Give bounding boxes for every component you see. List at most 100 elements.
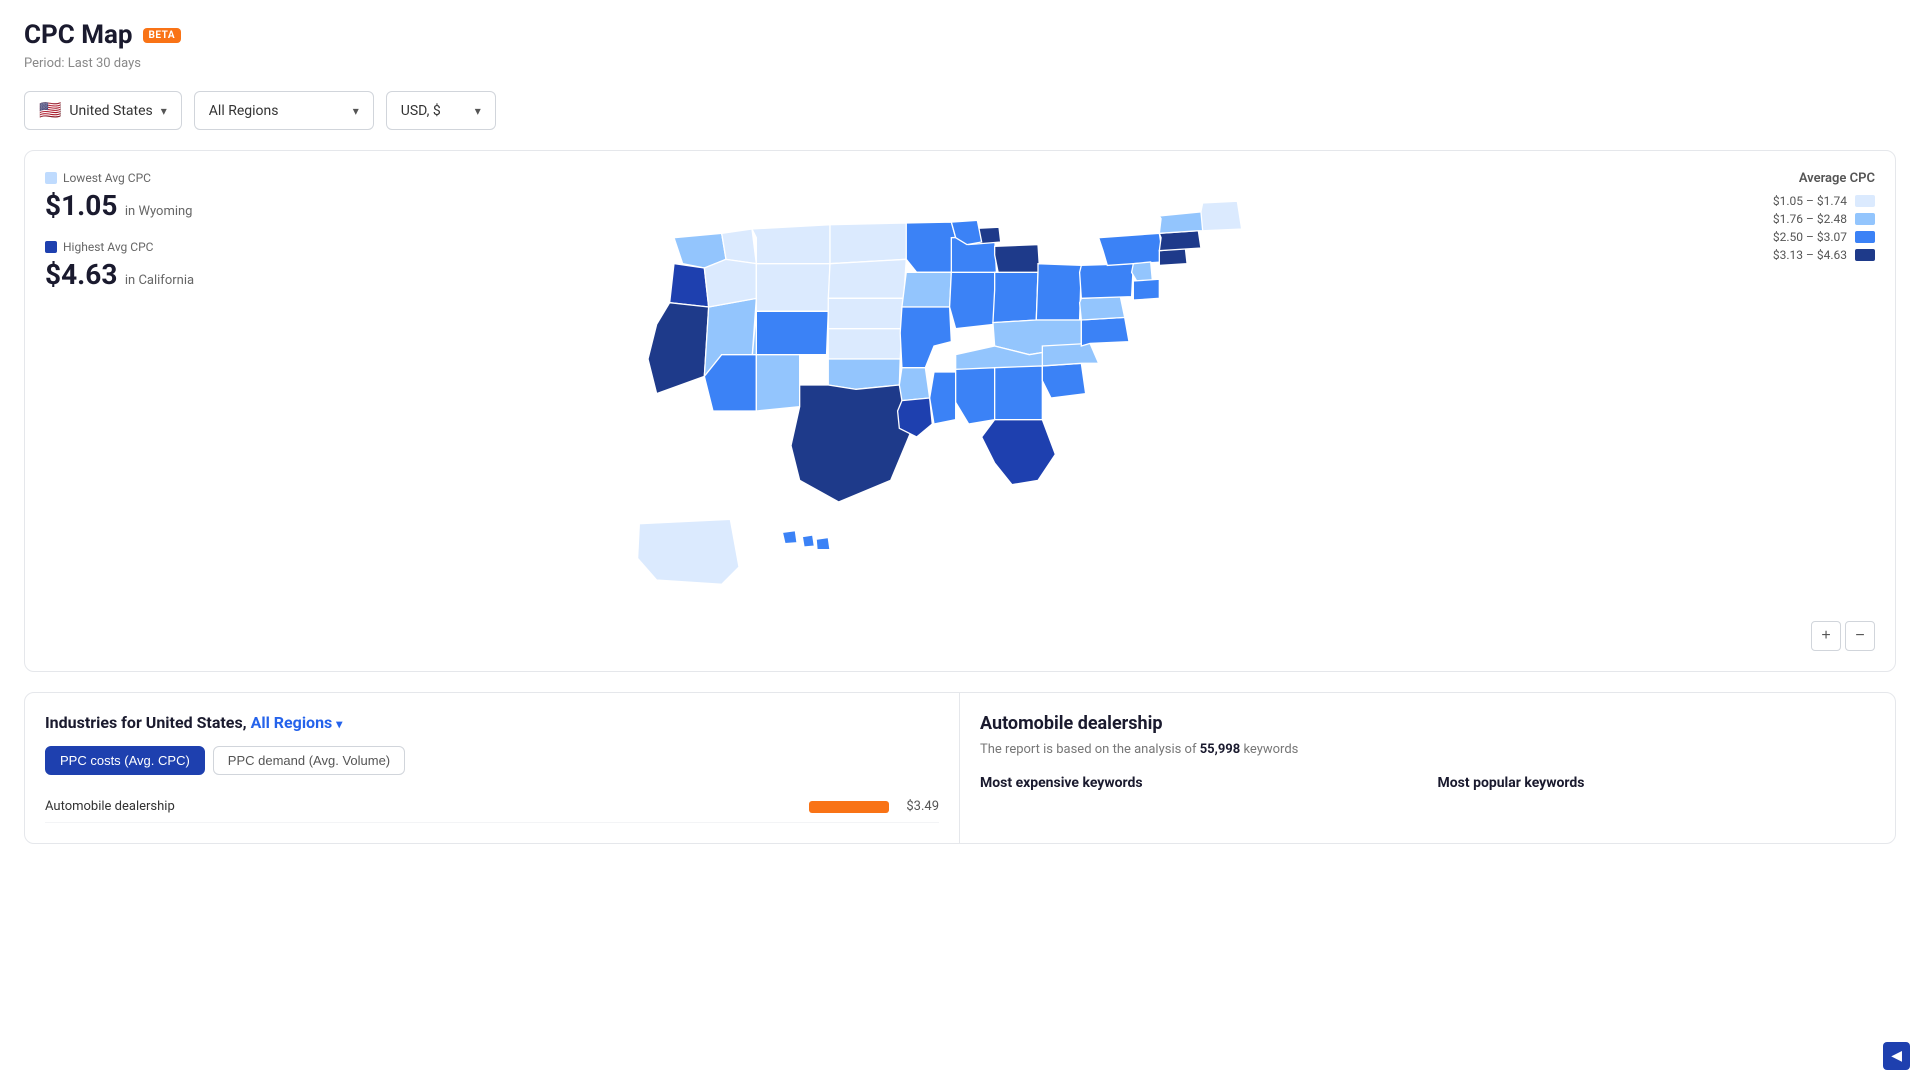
state-mn[interactable] (906, 222, 955, 272)
legend-item-1: $1.05 – $1.74 (1773, 194, 1875, 208)
state-il[interactable] (950, 272, 997, 328)
legend-item-2: $1.76 – $2.48 (1773, 212, 1875, 226)
region-label: All Regions (209, 103, 279, 119)
most-popular-label: Most popular keywords (1438, 775, 1876, 791)
lowest-cpc-dot (45, 172, 57, 184)
highest-cpc-label: Highest Avg CPC (63, 240, 153, 254)
state-co[interactable] (756, 311, 828, 354)
detail-subtitle-suffix: keywords (1243, 742, 1298, 757)
bottom-section: Industries for United States, All Region… (24, 692, 1896, 844)
usa-map-svg[interactable] (570, 181, 1350, 641)
state-ks[interactable] (828, 329, 902, 359)
zoom-controls: + − (1811, 621, 1875, 651)
industry-bar (809, 801, 889, 813)
state-hi-1[interactable] (782, 531, 797, 544)
state-in[interactable] (993, 272, 1038, 322)
state-fl[interactable] (982, 420, 1056, 485)
detail-subtitle-prefix: The report is based on the analysis of (980, 742, 1196, 757)
state-nc[interactable] (1042, 343, 1098, 366)
industries-title: Industries for United States, All Region… (45, 713, 939, 732)
state-ok[interactable] (828, 359, 900, 389)
state-nm[interactable] (756, 355, 799, 411)
highest-cpc-block: Highest Avg CPC $4.63 in California (45, 240, 194, 291)
state-mo[interactable] (900, 307, 951, 368)
highest-cpc-value: $4.63 (45, 258, 117, 291)
state-al[interactable] (956, 368, 995, 424)
state-oh[interactable] (1036, 264, 1081, 320)
legend-color-1 (1855, 195, 1875, 207)
state-ne[interactable] (828, 298, 903, 328)
region-chevron-icon: ▾ (353, 104, 359, 118)
state-ar[interactable] (899, 368, 929, 401)
industries-chevron-icon[interactable]: ▾ (336, 717, 342, 731)
state-ak[interactable] (638, 519, 739, 584)
beta-badge: BETA (143, 28, 182, 43)
state-or[interactable] (670, 264, 709, 307)
state-mt[interactable] (752, 225, 830, 264)
state-tx[interactable] (791, 385, 912, 502)
legend-title: Average CPC (1773, 171, 1875, 186)
industries-region-link[interactable]: All Regions (251, 713, 333, 732)
legend-color-2 (1855, 213, 1875, 225)
state-pa[interactable] (1080, 264, 1134, 299)
state-ga[interactable] (995, 366, 1043, 424)
sound-icon[interactable]: ◀ (1883, 1042, 1910, 1070)
state-hi-2[interactable] (802, 535, 814, 547)
state-ms[interactable] (930, 372, 956, 424)
state-wv[interactable] (1080, 297, 1125, 320)
map-container (45, 171, 1875, 651)
filters-row: 🇺🇸 United States ▾ All Regions ▾ USD, $ … (24, 91, 1896, 130)
state-nd[interactable] (830, 223, 908, 264)
keywords-grid: Most expensive keywords Most popular key… (980, 775, 1875, 801)
lowest-cpc-label: Lowest Avg CPC (63, 171, 151, 185)
map-stats: Lowest Avg CPC $1.05 in Wyoming Highest … (45, 171, 194, 309)
state-me[interactable] (1201, 201, 1242, 230)
legend-color-3 (1855, 231, 1875, 243)
state-sd[interactable] (828, 259, 906, 298)
currency-filter[interactable]: USD, $ ▾ (386, 91, 496, 130)
industries-title-static: Industries for United States, (45, 713, 247, 732)
state-ny[interactable] (1099, 233, 1164, 265)
most-popular-col: Most popular keywords (1438, 775, 1876, 801)
map-section: Lowest Avg CPC $1.05 in Wyoming Highest … (24, 150, 1896, 672)
map-legend: Average CPC $1.05 – $1.74 $1.76 – $2.48 … (1773, 171, 1875, 266)
state-id-upper[interactable] (722, 229, 757, 264)
zoom-in-button[interactable]: + (1811, 621, 1841, 651)
page-title: CPC Map (24, 20, 133, 50)
tab-buttons: PPC costs (Avg. CPC) PPC demand (Avg. Vo… (45, 746, 939, 775)
legend-color-4 (1855, 249, 1875, 261)
country-label: United States (69, 103, 152, 119)
period-text: Period: Last 30 days (24, 56, 1896, 71)
detail-title: Automobile dealership (980, 713, 1875, 734)
detail-subtitle: The report is based on the analysis of 5… (980, 742, 1875, 757)
industry-value: $3.49 (899, 799, 939, 814)
zoom-out-button[interactable]: − (1845, 621, 1875, 651)
lowest-cpc-block: Lowest Avg CPC $1.05 in Wyoming (45, 171, 194, 222)
industry-name: Automobile dealership (45, 799, 175, 814)
state-ca[interactable] (648, 303, 709, 394)
state-md-de[interactable] (1133, 279, 1159, 300)
country-chevron-icon: ▾ (161, 104, 167, 118)
state-vt-nh-me[interactable] (1159, 212, 1207, 234)
tab-ppc-demand[interactable]: PPC demand (Avg. Volume) (213, 746, 405, 775)
state-va[interactable] (1081, 317, 1129, 346)
legend-item-4: $3.13 – $4.63 (1773, 248, 1875, 262)
state-id[interactable] (704, 259, 756, 307)
most-expensive-col: Most expensive keywords (980, 775, 1418, 801)
highest-cpc-location: in California (125, 273, 194, 288)
lowest-cpc-value: $1.05 (45, 189, 117, 222)
lowest-cpc-location: in Wyoming (125, 204, 193, 219)
country-filter[interactable]: 🇺🇸 United States ▾ (24, 91, 182, 130)
region-filter[interactable]: All Regions ▾ (194, 91, 374, 130)
state-hi-3[interactable] (816, 538, 830, 550)
state-ia[interactable] (902, 272, 951, 307)
industry-bar-area: $3.49 (809, 799, 939, 814)
currency-chevron-icon: ▾ (475, 104, 481, 118)
tab-ppc-costs[interactable]: PPC costs (Avg. CPC) (45, 746, 205, 775)
state-sc[interactable] (1042, 363, 1085, 398)
state-ma[interactable] (1159, 231, 1201, 251)
industry-row-auto: Automobile dealership $3.49 (45, 791, 939, 823)
industries-panel: Industries for United States, All Region… (25, 693, 960, 843)
state-wy[interactable] (756, 264, 830, 312)
detail-keywords-count: 55,998 (1200, 742, 1241, 757)
